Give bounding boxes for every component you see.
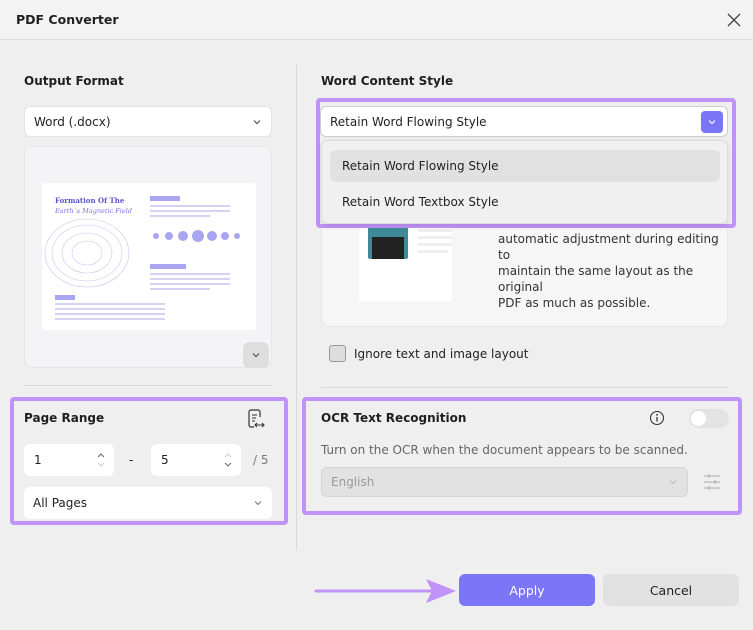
divider bbox=[24, 385, 272, 386]
apply-button[interactable]: Apply bbox=[459, 574, 595, 606]
page-mode-value: All Pages bbox=[33, 496, 87, 510]
style-description-line: automatic adjustment during editing to bbox=[498, 232, 719, 262]
chevron-down-icon bbox=[252, 353, 260, 358]
dropdown-toggle-button[interactable] bbox=[701, 110, 723, 133]
chevron-down-icon bbox=[254, 501, 262, 506]
style-description-line: PDF as much as possible. bbox=[498, 296, 651, 310]
settings-sliders-icon[interactable] bbox=[703, 472, 721, 492]
range-separator: - bbox=[129, 453, 134, 467]
stepper-icon[interactable] bbox=[96, 450, 106, 470]
info-icon[interactable] bbox=[649, 410, 665, 426]
ocr-description: Turn on the OCR when the document appear… bbox=[321, 443, 688, 457]
dropdown-option-textbox[interactable]: Retain Word Textbox Style bbox=[330, 186, 720, 218]
page-range-heading: Page Range bbox=[24, 411, 105, 425]
preview-panel: Formation Of The Earth`s Magnetic Field bbox=[24, 146, 272, 368]
output-format-heading: Output Format bbox=[24, 74, 124, 88]
word-style-select[interactable]: Retain Word Flowing Style bbox=[320, 106, 728, 137]
thumbnail-graphic bbox=[44, 196, 240, 320]
word-style-heading: Word Content Style bbox=[321, 74, 454, 88]
chevron-down-icon bbox=[669, 480, 677, 485]
dropdown-option-flowing[interactable]: Retain Word Flowing Style bbox=[330, 150, 720, 182]
page-mode-select[interactable]: All Pages bbox=[24, 487, 272, 519]
window-title: PDF Converter bbox=[16, 12, 119, 27]
page-to-input[interactable]: 5 bbox=[151, 444, 241, 476]
output-format-select[interactable]: Word (.docx) bbox=[24, 106, 272, 137]
column-divider bbox=[296, 65, 297, 550]
page-total: / 5 bbox=[253, 453, 269, 467]
word-style-value: Retain Word Flowing Style bbox=[330, 114, 487, 129]
expand-preview-button[interactable] bbox=[243, 342, 269, 368]
page-to-value: 5 bbox=[161, 453, 169, 467]
style-description-line: maintain the same layout as the original bbox=[498, 264, 694, 294]
output-format-value: Word (.docx) bbox=[34, 114, 111, 129]
toggle-knob bbox=[691, 411, 706, 426]
pdf-thumbnail: Formation Of The Earth`s Magnetic Field bbox=[42, 183, 256, 330]
page-from-input[interactable]: 1 bbox=[24, 444, 114, 476]
word-style-dropdown: Retain Word Flowing Style Retain Word Te… bbox=[321, 140, 728, 224]
ignore-layout-checkbox[interactable] bbox=[329, 345, 346, 362]
chevron-down-icon bbox=[253, 119, 261, 124]
ocr-toggle[interactable] bbox=[689, 409, 729, 428]
ignore-layout-label: Ignore text and image layout bbox=[354, 347, 529, 361]
cancel-button[interactable]: Cancel bbox=[603, 574, 739, 606]
close-icon[interactable] bbox=[722, 8, 746, 32]
ocr-language-select[interactable]: English bbox=[321, 467, 688, 497]
page-range-icon[interactable] bbox=[246, 408, 266, 430]
pointer-arrow-icon bbox=[314, 579, 456, 603]
page-from-value: 1 bbox=[34, 453, 42, 467]
divider bbox=[321, 387, 728, 388]
ocr-heading: OCR Text Recognition bbox=[321, 411, 467, 425]
stepper-icon[interactable] bbox=[223, 450, 233, 470]
chevron-down-icon bbox=[708, 119, 716, 124]
ocr-language-value: English bbox=[331, 475, 375, 489]
